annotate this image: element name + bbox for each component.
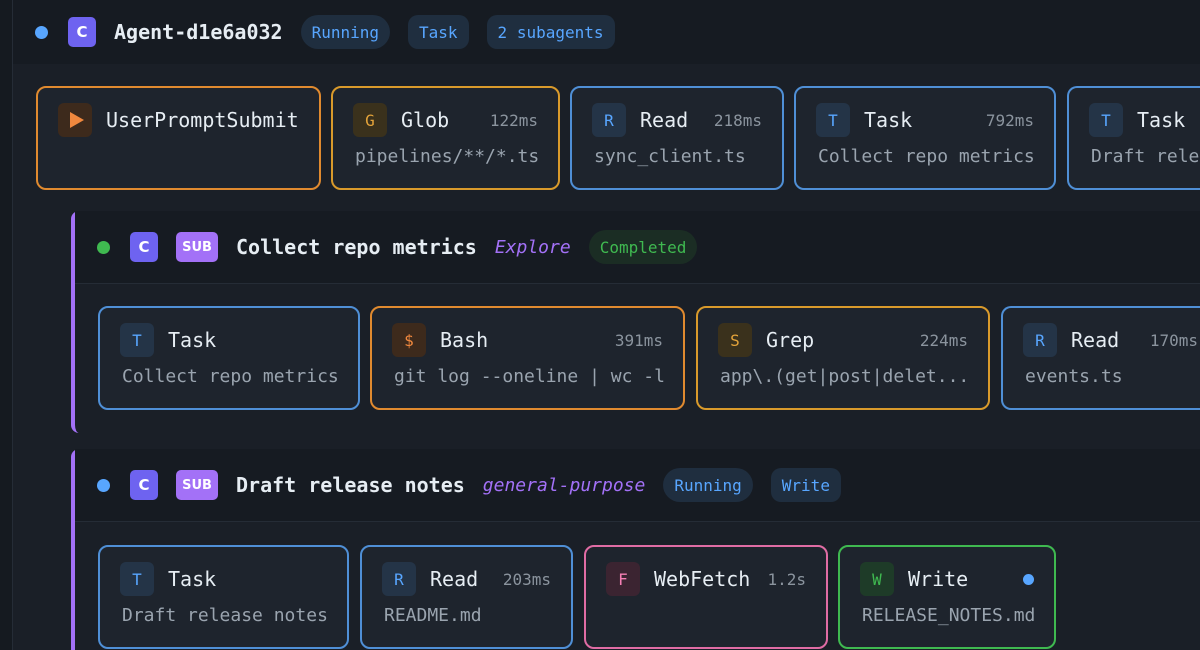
event-detail: app\.(get|post|delet... [720,366,970,387]
event-card-userpromptsubmit[interactable]: UserPromptSubmit [36,86,321,190]
event-duration: 218ms [713,110,762,130]
event-card-task[interactable]: T Task Collect repo metrics [98,306,360,410]
subagent-title: Collect repo metrics [236,235,477,259]
event-name: Glob [401,108,450,132]
read-icon: R [1023,323,1057,357]
subagent-count-badge: 2 subagents [486,15,615,49]
event-name: Task [168,328,217,352]
divider [75,283,1200,284]
event-name: UserPromptSubmit [106,108,299,132]
event-card-task[interactable]: T Task Draft release notes [98,545,349,649]
event-detail: Draft release notes [1091,146,1200,167]
event-card-task-2[interactable]: T Task Draft release notes [1067,86,1200,190]
divider [75,521,1200,522]
write-icon: W [860,562,894,596]
search-icon: S [718,323,752,357]
event-duration: 203ms [502,569,551,589]
status-dot [97,240,110,254]
event-name: Task [168,567,217,591]
event-duration: 792ms [985,110,1034,130]
fetch-icon: F [606,562,640,596]
status-badge: Completed [588,230,698,264]
terminal-icon: $ [392,323,426,357]
event-card-read[interactable]: R Read 218ms sync_client.ts [570,86,784,190]
event-name: Task [1137,108,1186,132]
event-name: Write [908,567,969,591]
agent-badge: C [130,470,158,500]
event-detail: sync_client.ts [594,146,746,167]
subagent-panel-draft-release-notes: C SUB Draft release notes general-purpos… [71,449,1200,650]
event-detail: events.ts [1025,366,1123,387]
subagent-title: Draft release notes [236,473,465,497]
event-duration: 170ms [1149,330,1198,350]
event-detail: README.md [384,605,482,626]
event-name: Read [640,108,689,132]
event-card-read[interactable]: R Read 203ms README.md [360,545,573,649]
event-detail: RELEASE_NOTES.md [862,605,1036,626]
event-duration: 122ms [489,110,538,130]
current-tool-badge: Task [408,15,469,49]
event-name: WebFetch [654,567,751,591]
status-dot [35,25,48,39]
subagent-header[interactable]: C SUB Draft release notes general-purpos… [75,449,1200,521]
task-icon: T [120,562,154,596]
agent-title: Agent-d1e6a032 [114,20,283,44]
glob-icon: G [353,103,387,137]
event-duration: 391ms [614,330,663,350]
status-badge: Running [300,15,391,49]
status-badge: Running [663,468,753,502]
event-name: Grep [766,328,815,352]
event-name: Task [864,108,913,132]
subagent-panel-collect-repo-metrics: C SUB Collect repo metrics Explore Compl… [71,211,1200,433]
sub-badge: SUB [176,232,218,262]
event-card-webfetch[interactable]: F WebFetch 1.2s [584,545,828,649]
task-icon: T [816,103,850,137]
event-name: Read [430,567,479,591]
event-card-task[interactable]: T Task 792ms Collect repo metrics [794,86,1056,190]
event-card-write[interactable]: W Write RELEASE_NOTES.md [838,545,1056,649]
task-icon: T [1089,103,1123,137]
event-detail: Collect repo metrics [818,146,1035,167]
event-detail: pipelines/**/*.ts [355,146,540,167]
read-icon: R [592,103,626,137]
agent-header: C Agent-d1e6a032 Running Task 2 subagent… [13,0,1200,64]
event-duration: 224ms [919,330,968,350]
subagent-type: Explore [494,236,571,258]
in-progress-dot [1023,573,1034,585]
event-name: Bash [440,328,489,352]
event-card-bash[interactable]: $ Bash 391ms git log --oneline | wc -l [370,306,685,410]
event-card-read[interactable]: R Read 170ms events.ts [1001,306,1200,410]
current-tool-badge: Write [770,468,841,502]
read-icon: R [382,562,416,596]
agent-badge: C [130,232,158,262]
event-duration: 1.2s [767,569,806,589]
event-card-grep[interactable]: S Grep 224ms app\.(get|post|delet... [696,306,990,410]
event-name: Read [1071,328,1120,352]
sub-badge: SUB [176,470,218,500]
play-icon [58,103,92,137]
status-dot [97,478,110,492]
task-icon: T [120,323,154,357]
event-card-glob[interactable]: G Glob 122ms pipelines/**/*.ts [331,86,560,190]
subagent-type: general-purpose [482,474,646,496]
event-detail: git log --oneline | wc -l [394,366,665,387]
agent-badge: C [68,17,96,47]
event-detail: Draft release notes [122,605,328,626]
event-detail: Collect repo metrics [122,366,339,387]
main-event-row: UserPromptSubmit G Glob 122ms pipelines/… [0,86,1200,190]
subagent-header[interactable]: C SUB Collect repo metrics Explore Compl… [75,211,1200,283]
